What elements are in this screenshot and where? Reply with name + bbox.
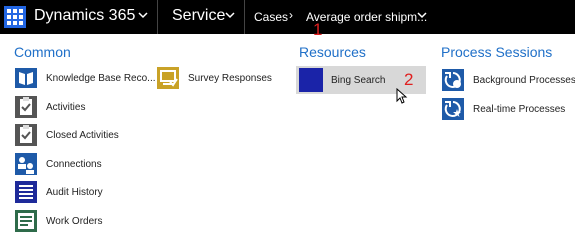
annotation-marker-1: 1 [313, 20, 323, 39]
chevron-down-icon[interactable] [137, 9, 149, 21]
audit-history-icon [15, 181, 37, 203]
menu-item-label: Knowledge Base Reco... [46, 72, 156, 84]
activities-icon [15, 96, 37, 118]
section-title-process-sessions: Process Sessions [441, 44, 553, 60]
mouse-cursor-icon [396, 88, 408, 104]
breadcrumb-separator-icon: › [289, 8, 293, 22]
menu-item-realtime-processes[interactable]: Real-time Processes [441, 97, 565, 121]
realtime-process-icon [442, 98, 464, 120]
work-orders-icon [15, 210, 37, 232]
menu-item-label: Closed Activities [46, 129, 119, 141]
bing-icon [299, 68, 323, 92]
chevron-down-icon[interactable] [416, 9, 428, 21]
annotation-marker-2: 2 [404, 70, 414, 89]
closed-activities-icon [15, 124, 37, 146]
menu-item-closed-activities[interactable]: Closed Activities [14, 123, 119, 147]
menu-item-bing-search[interactable]: Bing Search [299, 68, 385, 92]
breadcrumb-cases[interactable]: Cases [254, 10, 288, 24]
menu-item-background-processes[interactable]: Background Processes [441, 68, 575, 92]
menu-item-label: Bing Search [331, 74, 386, 86]
book-icon [15, 68, 37, 88]
chevron-down-icon[interactable] [224, 9, 236, 21]
record-title[interactable]: Average order shipm... [306, 10, 427, 24]
menu-item-survey-responses[interactable]: Survey Responses [156, 66, 272, 90]
menu-item-label: Background Processes [473, 74, 575, 86]
nav-divider [157, 0, 158, 34]
menu-item-label: Survey Responses [188, 72, 272, 84]
menu-item-work-orders[interactable]: Work Orders [14, 209, 103, 233]
app-name[interactable]: Dynamics 365 [34, 7, 135, 25]
section-title-common: Common [14, 44, 71, 60]
menu-item-label: Real-time Processes [473, 103, 566, 115]
section-title-resources: Resources [299, 44, 366, 60]
survey-icon [157, 67, 179, 89]
menu-item-audit-history[interactable]: Audit History [14, 180, 103, 204]
menu-item-connections[interactable]: Connections [14, 152, 102, 176]
top-navigation-bar: Dynamics 365 Service Cases › Average ord… [0, 0, 575, 34]
area-name[interactable]: Service [172, 7, 225, 25]
menu-item-label: Connections [46, 158, 102, 170]
app-launcher-icon[interactable] [4, 6, 26, 28]
menu-item-knowledge-base[interactable]: Knowledge Base Reco... [14, 66, 156, 90]
menu-item-label: Audit History [46, 186, 103, 198]
connections-icon [15, 153, 37, 175]
background-process-icon [442, 69, 464, 91]
menu-item-label: Work Orders [46, 215, 103, 227]
menu-item-label: Activities [46, 101, 86, 113]
nav-divider [244, 0, 245, 34]
menu-item-activities[interactable]: Activities [14, 95, 85, 119]
